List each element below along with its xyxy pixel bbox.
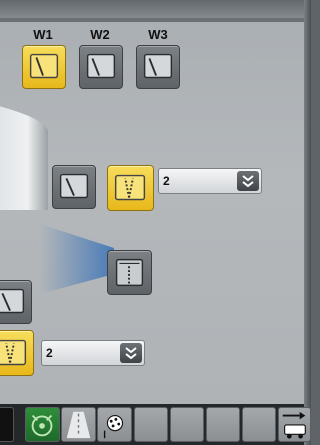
interval-wiper-icon [114, 174, 146, 201]
road-icon [66, 411, 91, 439]
header-w1: W1 [33, 27, 53, 42]
toolbar-empty-slot-3[interactable] [206, 407, 240, 442]
vehicle-body-illustration [0, 106, 48, 210]
interval-lower-value: 2 [46, 346, 53, 360]
toolbar-steering-button[interactable] [25, 407, 60, 442]
double-chevron-down-icon[interactable] [120, 343, 142, 363]
wiper-icon [143, 53, 173, 79]
interval-lower-dropdown[interactable]: 2 [41, 340, 145, 366]
interval-wiper-icon [0, 339, 27, 366]
lower-interval-wiper-button[interactable] [0, 330, 34, 376]
toolbar-empty-slot-4[interactable] [242, 407, 276, 442]
interval-upper-value: 2 [163, 174, 170, 188]
toolbar-engage-button[interactable] [278, 407, 311, 442]
window-w1-button[interactable] [22, 45, 66, 89]
sensor-beam-illustration [40, 224, 114, 294]
rain-sensor-button[interactable] [107, 250, 152, 295]
toolbar-spray-button[interactable] [97, 407, 132, 442]
window-w3-button[interactable] [136, 45, 180, 89]
rear-window-button[interactable] [52, 165, 96, 209]
wiper-icon [59, 173, 89, 199]
wiper-icon [86, 53, 116, 79]
lower-window-button[interactable] [0, 280, 32, 324]
header-w2: W2 [90, 27, 110, 42]
spray-pattern-icon [103, 414, 124, 439]
rain-sensor-icon [115, 258, 144, 287]
arrow-to-vehicle-icon [282, 411, 306, 439]
window-w2-button[interactable] [79, 45, 123, 89]
interval-upper-dropdown[interactable]: 2 [158, 168, 262, 194]
toolbar-road-button[interactable] [61, 407, 96, 442]
toolbar-empty-slot-2[interactable] [170, 407, 204, 442]
steering-wheel-icon [31, 414, 53, 437]
right-frame [304, 0, 311, 445]
wiper-icon [29, 53, 59, 79]
header-w3: W3 [148, 27, 168, 42]
top-divider [0, 18, 311, 22]
toolbar-empty-slot-1[interactable] [134, 407, 168, 442]
vehicle-window-control-panel: W1 W2 W3 2 2 [0, 0, 311, 445]
double-chevron-down-icon[interactable] [237, 171, 259, 191]
interval-wiper-button[interactable] [107, 165, 154, 211]
wiper-icon [0, 288, 25, 314]
toolbar-slot-edge[interactable] [0, 407, 14, 442]
